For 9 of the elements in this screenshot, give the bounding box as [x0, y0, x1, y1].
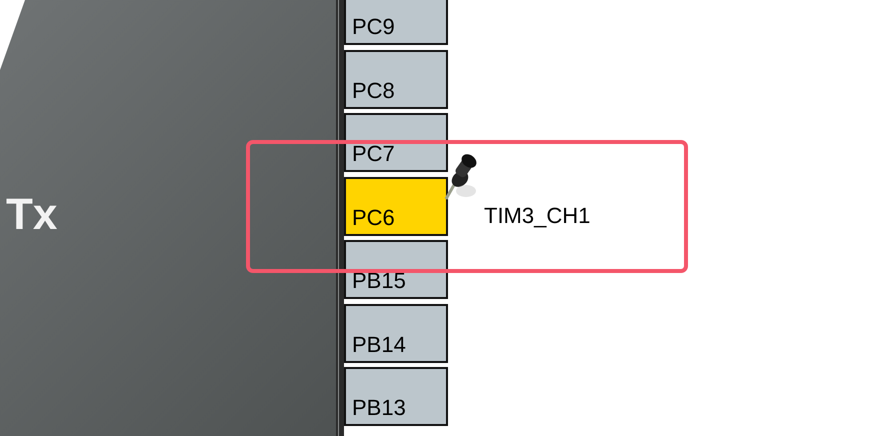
pin-cell[interactable]: PC6 — [344, 176, 448, 236]
pin-cell[interactable]: PB14 — [344, 304, 448, 362]
pin-cell[interactable]: PC7 — [344, 113, 448, 172]
pin-cell[interactable]: PB15 — [344, 240, 448, 299]
pin-cell[interactable]: PC8 — [344, 50, 448, 108]
chip-label: Tx — [6, 190, 58, 241]
pin-cell[interactable]: PC9 — [344, 0, 448, 45]
signal-label: TIM3_CH1 — [484, 202, 590, 230]
pin-cell[interactable]: PB13 — [344, 367, 448, 426]
